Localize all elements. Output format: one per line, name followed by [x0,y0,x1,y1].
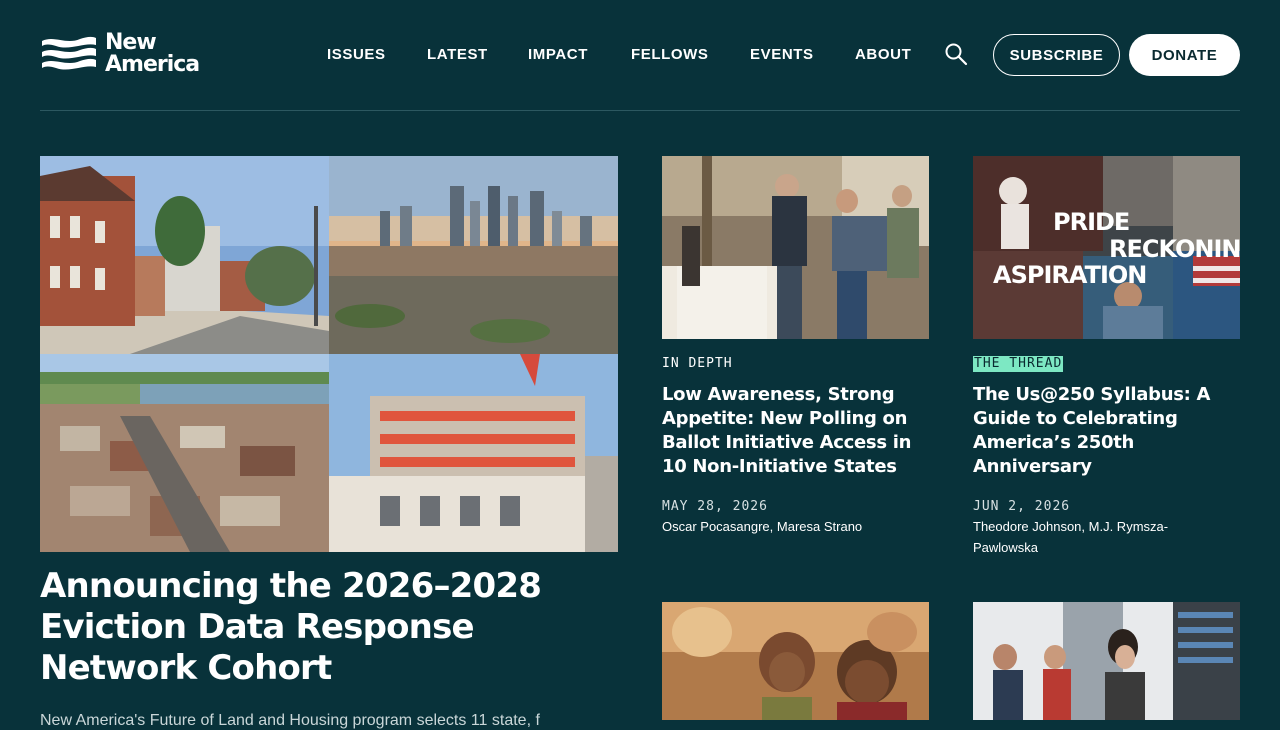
card-image-family[interactable] [662,602,929,720]
polling-photo-illustration [662,156,929,339]
servers-photo-illustration [973,602,1240,720]
search-icon[interactable] [944,42,968,66]
card-image-us250[interactable]: PRIDE RECKONING ASPIRATION [973,156,1240,339]
nav-item-impact[interactable]: IMPACT [528,46,588,63]
image-word-pride: PRIDE [1053,208,1129,236]
hero-collage-illustration [40,156,618,552]
nav-item-issues[interactable]: ISSUES [327,46,386,63]
card-label-the-thread[interactable]: THE THREAD [973,356,1064,372]
card-date-polling: MAY 28, 2026 [662,499,768,514]
donate-button[interactable]: DONATE [1129,34,1240,76]
nav-item-fellows[interactable]: FELLOWS [631,46,709,63]
logo-wordmark: New America [105,30,200,77]
nav-item-events[interactable]: EVENTS [750,46,814,63]
image-word-aspiration: ASPIRATION [993,261,1146,289]
card-date-us250: JUN 2, 2026 [973,499,1071,514]
card-image-servers[interactable] [973,602,1240,720]
nav-item-about[interactable]: ABOUT [855,46,911,63]
card-title-us250[interactable]: The Us@250 Syllabus: A Guide to Celebrat… [973,383,1235,479]
hero-image-collage[interactable] [40,156,618,552]
site-logo[interactable]: New America [40,32,212,78]
logo-line-2: America [105,52,200,77]
subscribe-button[interactable]: SUBSCRIBE [993,34,1120,76]
card-image-polling[interactable] [662,156,929,339]
card-title-polling[interactable]: Low Awareness, Strong Appetite: New Poll… [662,383,924,479]
family-photo-illustration [662,602,929,720]
hero-title[interactable]: Announcing the 2026–2028 Eviction Data R… [40,566,600,689]
image-word-reckoning: RECKONING [1109,235,1240,263]
logo-flag-icon [42,36,96,70]
site-header: New America ISSUES LATEST IMPACT FELLOWS… [40,0,1240,111]
card-authors-polling[interactable]: Oscar Pocasangre, Maresa Strano [662,516,902,537]
us250-collage-illustration: PRIDE RECKONING ASPIRATION [973,156,1240,339]
logo-line-1: New [105,30,157,55]
card-label-in-depth[interactable]: IN DEPTH [662,356,733,372]
hero-description: New America's Future of Land and Housing… [40,712,540,729]
card-authors-us250[interactable]: Theodore Johnson, M.J. Rymsza-Pawlowska [973,516,1213,558]
nav-item-latest[interactable]: LATEST [427,46,488,63]
